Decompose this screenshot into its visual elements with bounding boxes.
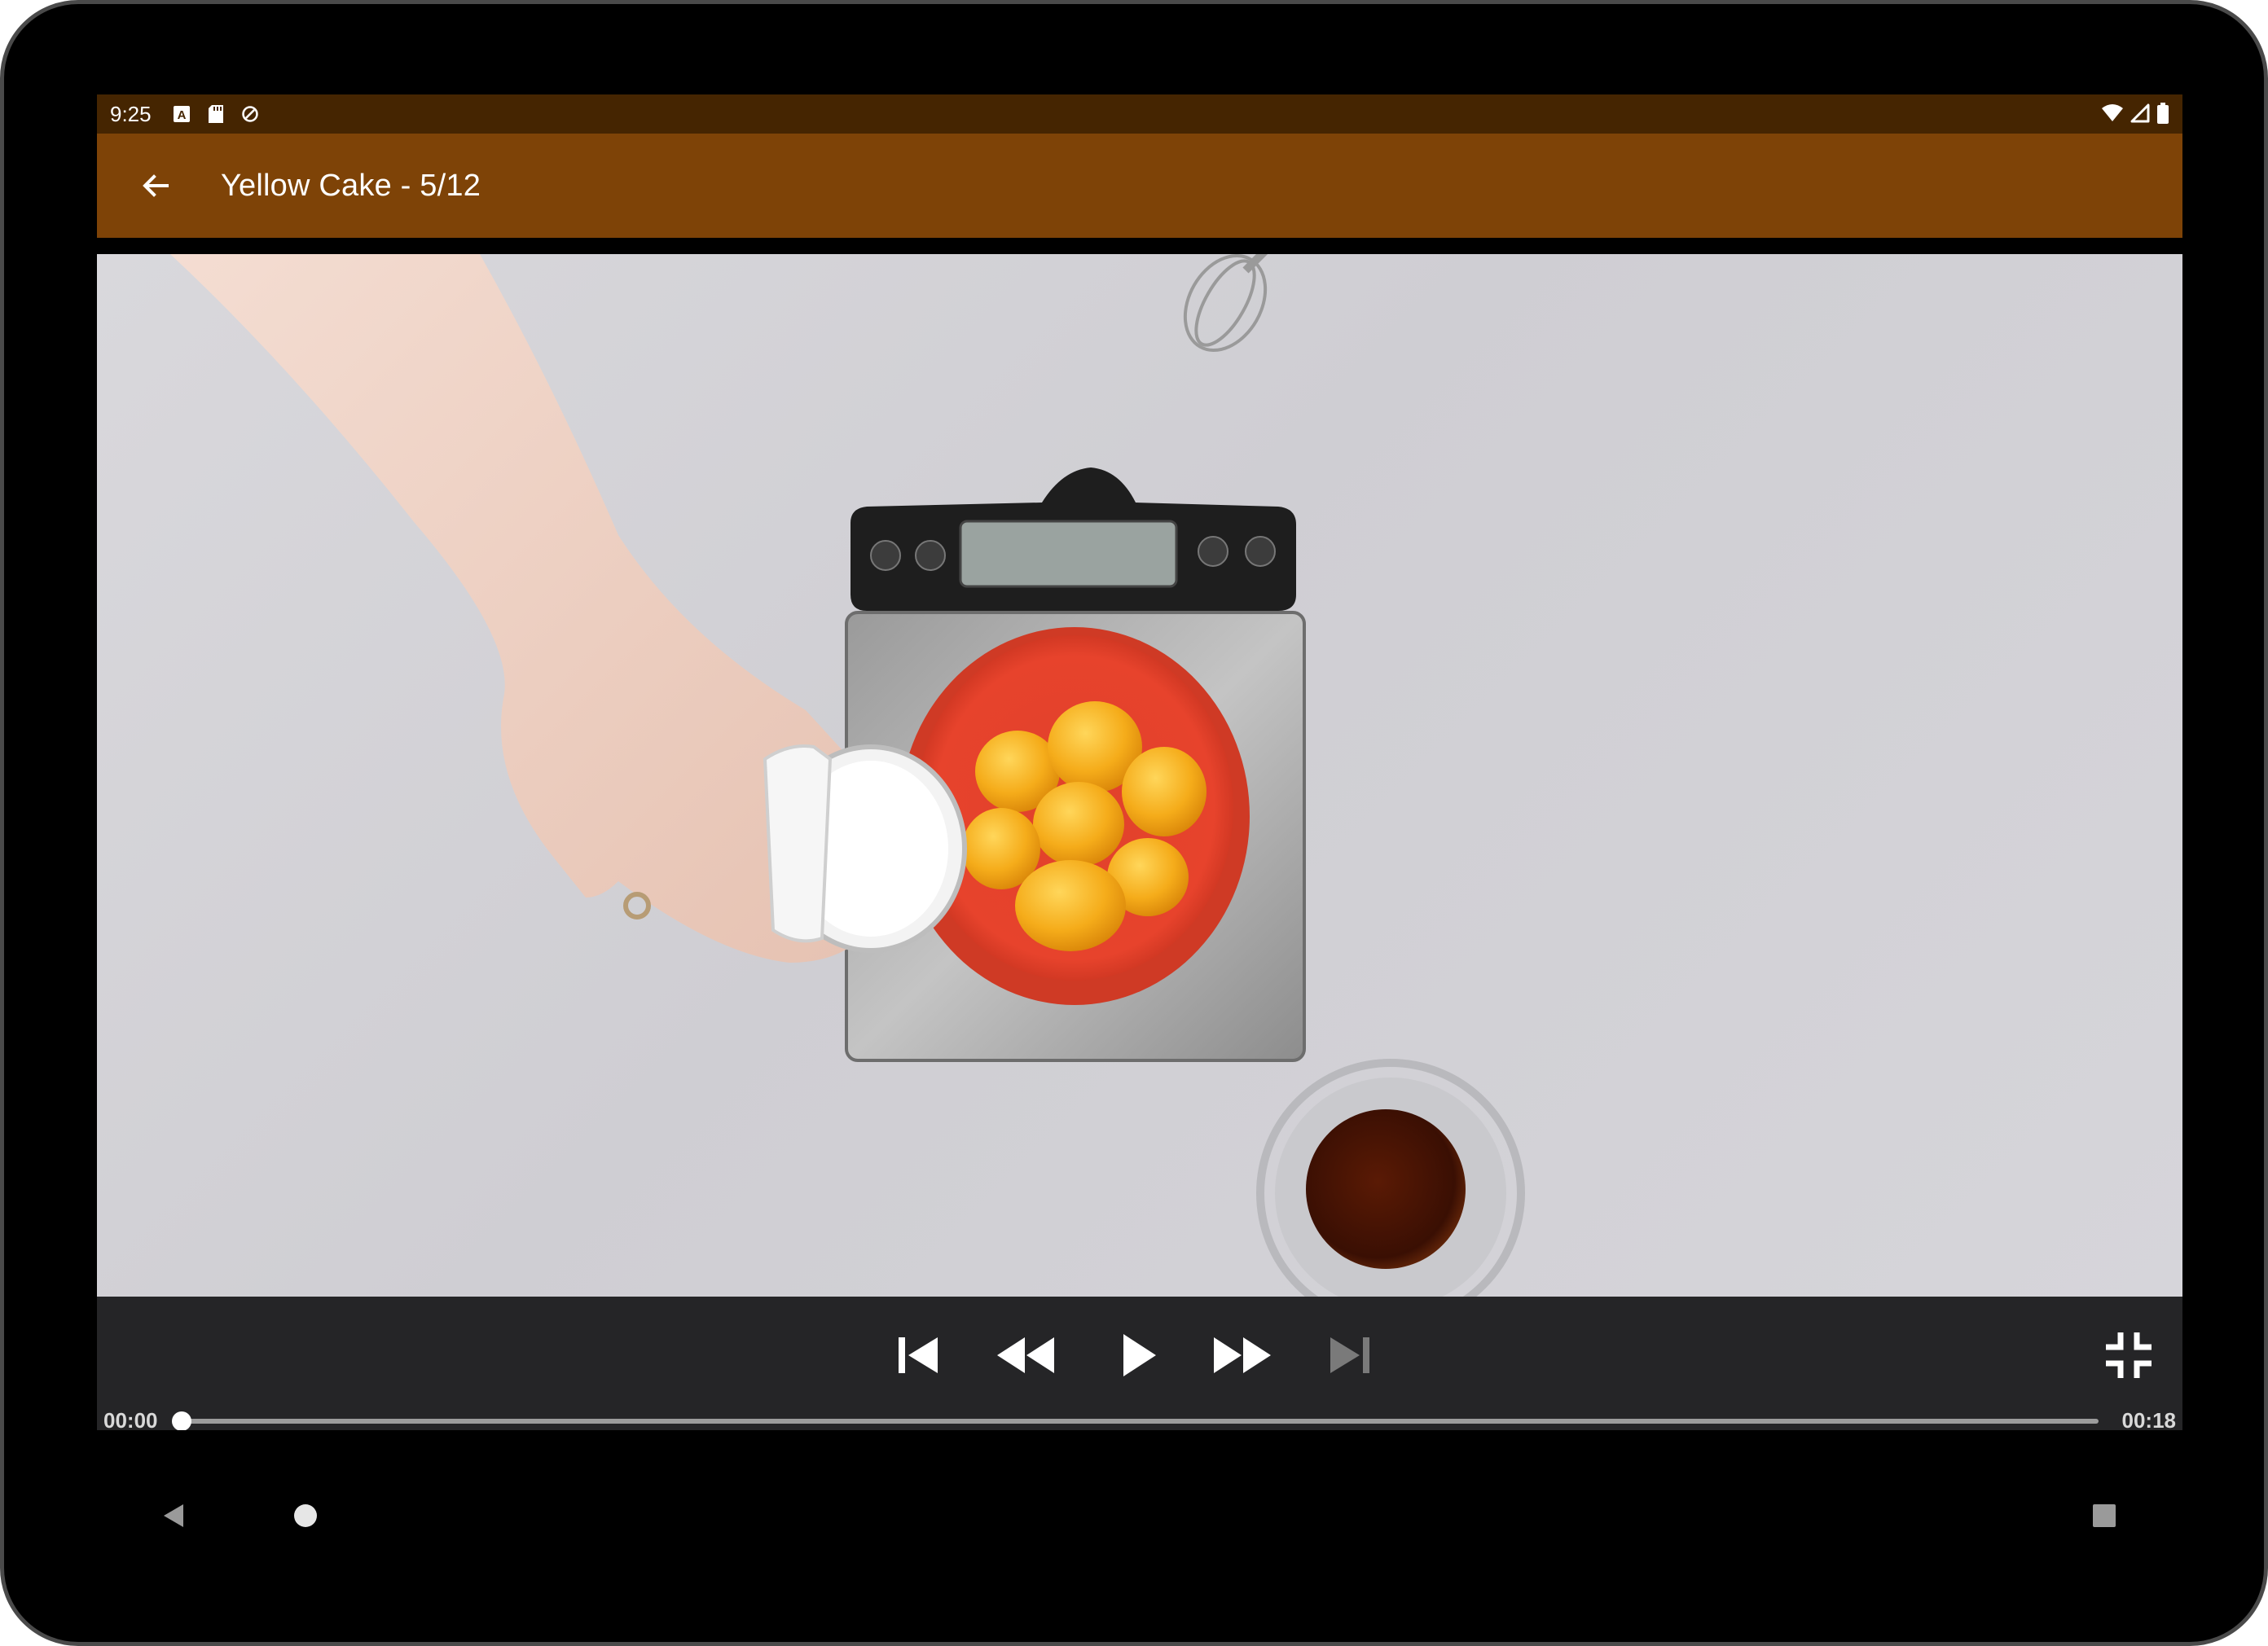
rewind-button[interactable] bbox=[985, 1321, 1066, 1389]
back-button[interactable] bbox=[123, 153, 188, 218]
skip-previous-icon bbox=[899, 1337, 938, 1373]
fast-forward-button[interactable] bbox=[1202, 1321, 1283, 1389]
position-label: 00:00 bbox=[103, 1408, 158, 1430]
status-right-icons bbox=[2101, 103, 2169, 128]
home-nav-icon bbox=[294, 1504, 317, 1527]
status-bar: 9:25 A bbox=[97, 94, 2182, 134]
rewind-icon bbox=[997, 1337, 1054, 1373]
nav-home-button[interactable] bbox=[266, 1477, 345, 1555]
play-icon bbox=[1123, 1334, 1156, 1376]
tablet-frame: 9:25 A Yellow Cake - 5/12 00:00 00:18 bbox=[0, 0, 2268, 1646]
svg-text:A: A bbox=[177, 108, 186, 122]
battery-icon bbox=[2156, 103, 2169, 128]
status-time: 9:25 bbox=[110, 101, 152, 126]
player-controls: 00:00 00:18 bbox=[97, 1297, 2182, 1430]
video-surface[interactable] bbox=[97, 254, 2182, 1297]
skip-next-icon bbox=[1330, 1337, 1369, 1373]
duration-label: 00:18 bbox=[2121, 1408, 2177, 1430]
nav-recents-button[interactable] bbox=[2065, 1477, 2143, 1555]
wifi-icon bbox=[2101, 103, 2124, 127]
app-bar: Yellow Cake - 5/12 bbox=[97, 134, 2182, 238]
keyboard-a-icon: A bbox=[173, 105, 191, 123]
page-title: Yellow Cake - 5/12 bbox=[221, 168, 481, 203]
video-frame bbox=[170, 254, 1525, 1297]
nav-back-button[interactable] bbox=[134, 1477, 213, 1555]
fullscreen-exit-icon bbox=[2106, 1332, 2152, 1378]
sync-icon bbox=[241, 105, 259, 123]
skip-next-button[interactable] bbox=[1309, 1321, 1391, 1389]
sd-card-icon bbox=[207, 105, 225, 123]
back-nav-icon bbox=[164, 1504, 183, 1527]
signal-icon bbox=[2130, 103, 2150, 127]
seek-thumb[interactable] bbox=[172, 1411, 191, 1430]
recents-nav-icon bbox=[2093, 1504, 2116, 1527]
seek-bar[interactable] bbox=[172, 1411, 2099, 1430]
fast-forward-icon bbox=[1214, 1337, 1271, 1373]
arrow-back-icon bbox=[143, 174, 169, 197]
screen: 9:25 A Yellow Cake - 5/12 00:00 00:18 bbox=[97, 94, 2182, 1430]
skip-previous-button[interactable] bbox=[877, 1321, 959, 1389]
play-button[interactable] bbox=[1096, 1321, 1177, 1389]
fullscreen-exit-button[interactable] bbox=[2094, 1321, 2163, 1389]
nav-bar bbox=[97, 1454, 2182, 1576]
